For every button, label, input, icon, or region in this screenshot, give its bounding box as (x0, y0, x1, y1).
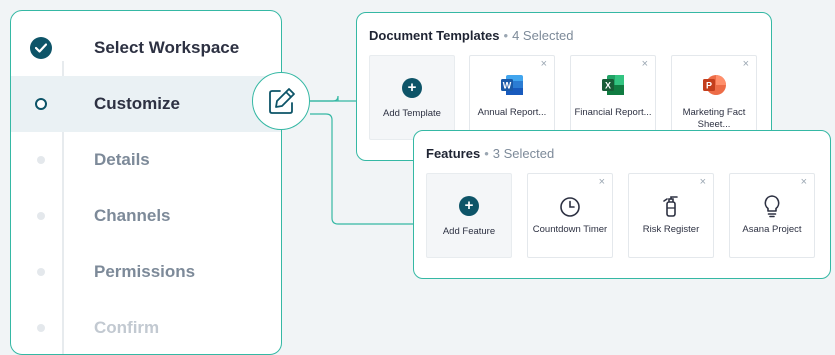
edit-button[interactable] (252, 72, 310, 130)
excel-icon: X (602, 75, 624, 95)
template-tile[interactable]: × W Annual Report... (469, 55, 555, 140)
feature-name: Asana Project (742, 224, 802, 235)
step-pending-indicator (37, 268, 45, 276)
selected-count: 3 Selected (492, 146, 555, 161)
step-current-indicator (35, 98, 47, 110)
feature-name: Risk Register (642, 224, 700, 235)
remove-icon[interactable]: × (642, 58, 648, 70)
template-name: Annual Report... (477, 107, 547, 118)
features-header: Features • 3 Selected (426, 146, 554, 161)
powerpoint-icon: P (703, 75, 726, 95)
title-separator: • (484, 146, 489, 161)
template-name: Marketing Fact Sheet... (682, 107, 746, 130)
step-details[interactable]: Details (11, 132, 281, 188)
template-tile[interactable]: × X Financial Report... (570, 55, 656, 140)
template-tile[interactable]: × P Marketing Fact Sheet... (671, 55, 757, 140)
step-label: Permissions (94, 262, 196, 281)
features-card: Features • 3 Selected + Add Feature × Coun… (413, 130, 831, 279)
step-pending-indicator (37, 324, 45, 332)
add-template-button[interactable]: + Add Template (369, 55, 455, 140)
step-pending-indicator (37, 156, 45, 164)
selected-count: 4 Selected (512, 28, 574, 43)
step-channels[interactable]: Channels (11, 188, 281, 244)
feature-tile[interactable]: × Countdown Timer (527, 173, 613, 258)
plus-icon: + (459, 196, 479, 216)
card-title: Features (426, 146, 481, 161)
title-separator: • (503, 28, 509, 43)
svg-text:P: P (706, 81, 712, 91)
document-templates-header: Document Templates • 4 Selected (369, 28, 574, 43)
step-select-workspace[interactable]: Select Workspace (11, 20, 281, 76)
plus-icon: + (402, 78, 422, 98)
svg-text:X: X (605, 81, 611, 91)
fire-extinguisher-icon (663, 196, 678, 217)
svg-text:W: W (503, 81, 512, 91)
add-feature-label: Add Feature (442, 226, 496, 237)
feature-tile[interactable]: × Asana Project (729, 173, 815, 258)
card-title: Document Templates (369, 28, 500, 43)
remove-icon[interactable]: × (599, 176, 605, 188)
remove-icon[interactable]: × (700, 176, 706, 188)
step-customize[interactable]: Customize (11, 76, 281, 132)
wizard-steps-panel: Select Workspace Customize Details Chann… (10, 10, 282, 355)
step-pending-indicator (37, 212, 45, 220)
template-name: Financial Report... (574, 107, 652, 118)
step-confirm[interactable]: Confirm (11, 300, 281, 354)
feature-tile[interactable]: × Risk Register (628, 173, 714, 258)
add-template-label: Add Template (383, 108, 441, 119)
edit-icon (269, 88, 295, 114)
step-label: Confirm (94, 318, 160, 337)
feature-name: Countdown Timer (532, 224, 608, 235)
remove-icon[interactable]: × (541, 58, 547, 70)
step-label: Channels (94, 206, 171, 225)
add-feature-button[interactable]: + Add Feature (426, 173, 512, 258)
step-permissions[interactable]: Permissions (11, 244, 281, 300)
remove-icon[interactable]: × (801, 176, 807, 188)
step-label: Details (94, 150, 150, 169)
word-icon: W (501, 75, 523, 95)
clock-icon (560, 197, 580, 217)
step-label: Select Workspace (94, 38, 240, 57)
lightbulb-icon (764, 195, 780, 218)
step-label: Customize (94, 94, 180, 113)
remove-icon[interactable]: × (743, 58, 749, 70)
step-complete-check-icon (30, 37, 52, 59)
